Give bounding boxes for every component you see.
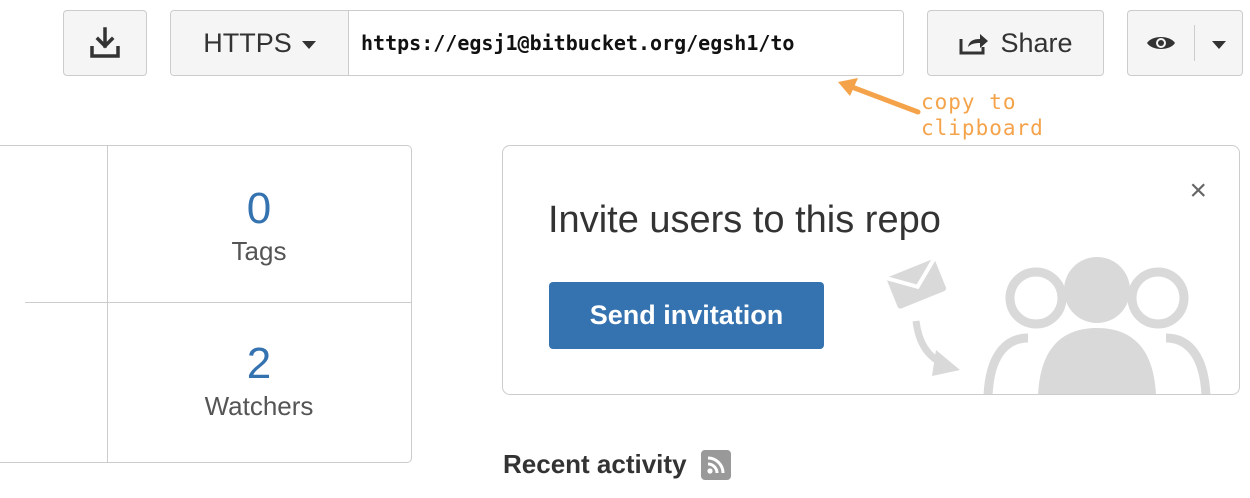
invite-title: Invite users to this repo (548, 199, 941, 241)
close-icon[interactable]: × (1189, 176, 1207, 206)
share-label: Share (1000, 27, 1073, 58)
watch-button[interactable] (1128, 11, 1194, 75)
annotation-label: copy to clipboard (921, 90, 1044, 140)
repo-stats-panel: 0 Tags 2 Watchers (0, 145, 412, 463)
watch-dropdown[interactable] (1127, 10, 1243, 76)
clone-url-group: HTTPS https://egsj1@bitbucket.org/egsh1/… (170, 10, 904, 76)
chevron-down-icon (1211, 40, 1226, 49)
stat-value: 0 (246, 184, 272, 233)
annotation-arrow (838, 78, 921, 115)
stat-label: Tags (231, 236, 287, 266)
protocol-label: HTTPS (203, 27, 292, 58)
send-invitation-button[interactable]: Send invitation (549, 282, 824, 349)
protocol-dropdown[interactable]: HTTPS (171, 11, 349, 75)
share-button[interactable]: Share (927, 10, 1104, 76)
stat-value: 2 (246, 339, 272, 388)
invite-users-illustration (885, 257, 1211, 394)
clone-url-input[interactable]: https://egsj1@bitbucket.org/egsh1/to (349, 11, 903, 75)
chevron-down-icon (301, 40, 316, 49)
eye-icon (1147, 37, 1175, 49)
stat-watchers[interactable]: 2 Watchers (108, 340, 410, 422)
rss-icon[interactable] (700, 449, 731, 480)
download-icon (90, 27, 120, 58)
recent-activity-title: Recent activity (503, 449, 687, 479)
recent-activity-header: Recent activity (503, 449, 731, 480)
invite-users-panel: Invite users to this repo × Send invitat… (502, 145, 1240, 395)
divider (25, 302, 412, 303)
watch-options-toggle[interactable] (1195, 11, 1242, 75)
download-button[interactable] (63, 10, 147, 76)
stat-label: Watchers (204, 391, 314, 421)
share-icon (959, 34, 989, 55)
stat-tags[interactable]: 0 Tags (108, 185, 410, 267)
